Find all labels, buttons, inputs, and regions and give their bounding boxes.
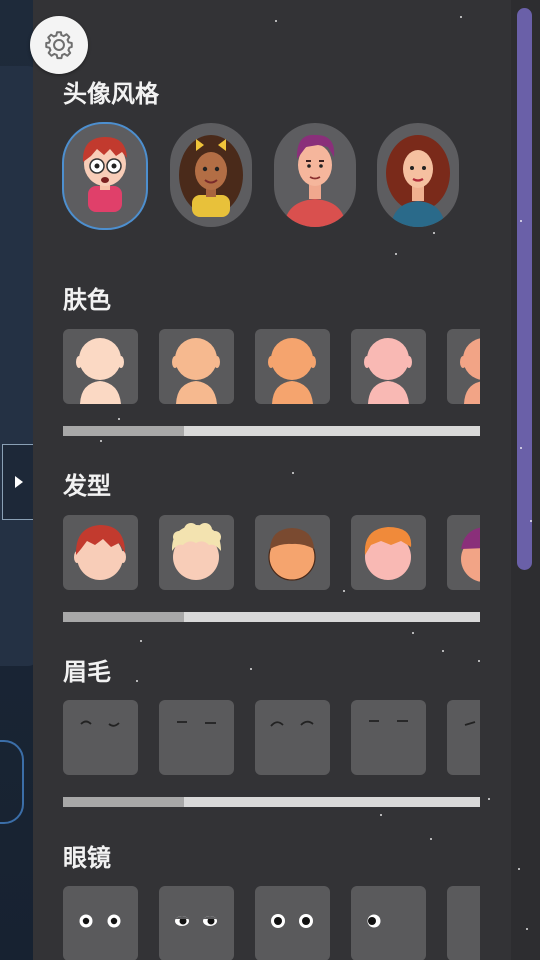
skin-color-scrollbar-thumb[interactable] xyxy=(63,426,184,436)
skin-option-1[interactable] xyxy=(63,329,138,404)
skin-color-options xyxy=(63,329,480,405)
hairstyle-scrollbar[interactable] xyxy=(63,612,480,622)
expand-panel-button[interactable] xyxy=(2,444,36,520)
glasses-option-1[interactable] xyxy=(63,886,138,960)
settings-button[interactable] xyxy=(30,16,88,74)
eyebrows-option-2[interactable] xyxy=(159,700,234,775)
glasses-option-2[interactable] xyxy=(159,886,234,960)
eyebrows-scrollbar-thumb[interactable] xyxy=(63,797,184,807)
vertical-scrollbar-thumb[interactable] xyxy=(517,8,532,570)
eyebrows-scrollbar[interactable] xyxy=(63,797,480,807)
skin-option-4[interactable] xyxy=(351,329,426,404)
glasses-title: 眼镜 xyxy=(63,844,111,872)
avatar-style-title: 头像风格 xyxy=(63,80,159,108)
skin-option-5[interactable] xyxy=(447,329,480,404)
eyebrows-option-3[interactable] xyxy=(255,700,330,775)
glasses-option-3[interactable] xyxy=(255,886,330,960)
hairstyle-option-4[interactable] xyxy=(351,515,426,590)
avatar-style-young-man[interactable] xyxy=(274,123,356,227)
glasses-option-4[interactable] xyxy=(351,886,426,960)
eyebrows-title: 眉毛 xyxy=(63,658,111,686)
hairstyle-scrollbar-thumb[interactable] xyxy=(63,612,184,622)
hairstyle-option-3[interactable] xyxy=(255,515,330,590)
gear-icon xyxy=(45,31,73,60)
hairstyle-option-5[interactable] xyxy=(447,515,480,590)
skin-color-title: 肤色 xyxy=(63,286,111,314)
skin-color-scrollbar[interactable] xyxy=(63,426,480,436)
skin-option-2[interactable] xyxy=(159,329,234,404)
eyebrows-options xyxy=(63,700,480,776)
avatar-style-girl-curly[interactable] xyxy=(170,123,252,227)
avatar-style-woman-red-hair[interactable] xyxy=(377,123,459,227)
hairstyle-option-1[interactable] xyxy=(63,515,138,590)
avatar-style-cartoon[interactable] xyxy=(62,122,148,230)
chevron-right-icon xyxy=(15,476,23,488)
glasses-options xyxy=(63,886,480,960)
background-pill xyxy=(0,740,24,824)
eyebrows-option-4[interactable] xyxy=(351,700,426,775)
skin-option-3[interactable] xyxy=(255,329,330,404)
eyebrows-option-1[interactable] xyxy=(63,700,138,775)
hairstyle-title: 发型 xyxy=(63,472,111,500)
hairstyle-option-2[interactable] xyxy=(159,515,234,590)
hairstyle-options xyxy=(63,515,480,591)
glasses-option-5[interactable] xyxy=(447,886,480,960)
eyebrows-option-5[interactable] xyxy=(447,700,480,775)
